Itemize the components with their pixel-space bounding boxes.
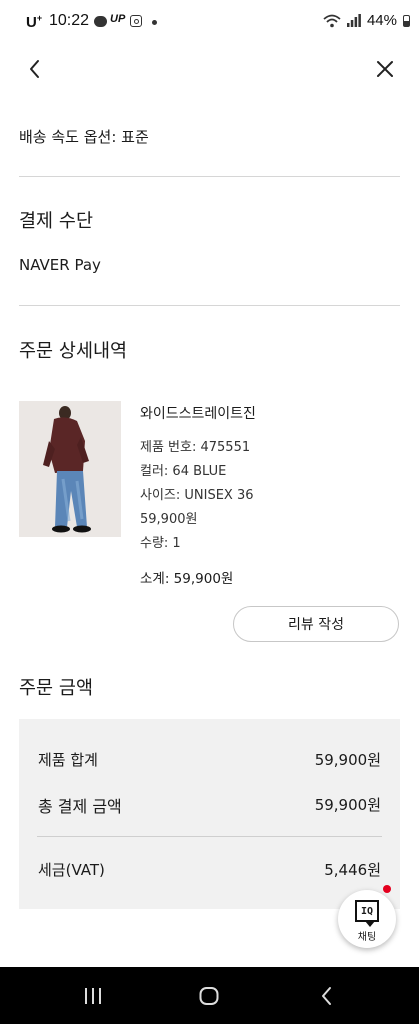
chat-button-label: 채팅: [357, 932, 377, 943]
more-notifications-icon: [152, 20, 157, 25]
clock: 10:22: [49, 12, 90, 29]
recent-apps-button[interactable]: [81, 984, 105, 1008]
divider: [37, 836, 382, 837]
order-amount-title: 주문 금액: [19, 678, 93, 699]
summary-label-product-total: 제품 합계: [38, 751, 98, 769]
system-back-button[interactable]: [315, 984, 339, 1008]
summary-value-vat: 5,446원: [324, 861, 381, 879]
order-details-title: 주문 상세내역: [19, 341, 128, 362]
chat-notification-icon: [94, 16, 107, 27]
signal-icon: [346, 14, 361, 27]
app-notification-label: UP: [110, 13, 126, 25]
status-indicators: 44%: [323, 12, 410, 29]
divider: [19, 176, 400, 177]
summary-label-grand-total: 총 결제 금액: [38, 797, 122, 816]
close-button[interactable]: [373, 57, 397, 81]
recent-apps-icon: [85, 988, 101, 1004]
back-button[interactable]: [24, 57, 48, 81]
product-image[interactable]: [19, 401, 121, 537]
iq-chat-icon: IQ: [355, 900, 379, 927]
product-number: 제품 번호: 475551: [140, 440, 251, 455]
notification-badge: [383, 885, 391, 893]
status-bar: U+ 10:22 UP 44%: [0, 0, 419, 44]
product-size: 사이즈: UNISEX 36: [140, 488, 254, 503]
product-quantity: 수량: 1: [140, 536, 181, 551]
home-button[interactable]: [197, 984, 221, 1008]
payment-method-value: NAVER Pay: [19, 256, 101, 274]
home-icon: [199, 987, 219, 1005]
product-color: 컬러: 64 BLUE: [140, 464, 227, 479]
summary-value-product-total: 59,900원: [314, 751, 381, 769]
product-subtotal: 소계: 59,900원: [140, 571, 234, 587]
order-amount-summary: 제품 합계 59,900원 총 결제 금액 59,900원 세금(VAT) 5,…: [19, 719, 400, 909]
chevron-left-icon: [30, 60, 39, 78]
wifi-icon: [323, 14, 341, 27]
summary-label-vat: 세금(VAT): [38, 861, 105, 879]
product-name[interactable]: 와이드스트레이트진: [140, 403, 256, 423]
close-icon: [377, 61, 393, 77]
battery-icon: [403, 14, 410, 27]
product-price: 59,900원: [140, 512, 198, 527]
system-navigation-bar: [0, 967, 419, 1024]
battery-percent: 44%: [366, 12, 397, 29]
instagram-icon: [130, 15, 142, 27]
divider: [19, 305, 400, 306]
write-review-button[interactable]: 리뷰 작성: [233, 606, 399, 642]
delivery-speed-option: 배송 속도 옵션: 표준: [19, 128, 149, 146]
payment-method-title: 결제 수단: [19, 211, 93, 232]
carrier-label: U+: [26, 13, 43, 31]
chat-button[interactable]: IQ 채팅: [338, 885, 396, 948]
back-icon: [322, 987, 331, 1005]
summary-value-grand-total: 59,900원: [314, 796, 381, 814]
